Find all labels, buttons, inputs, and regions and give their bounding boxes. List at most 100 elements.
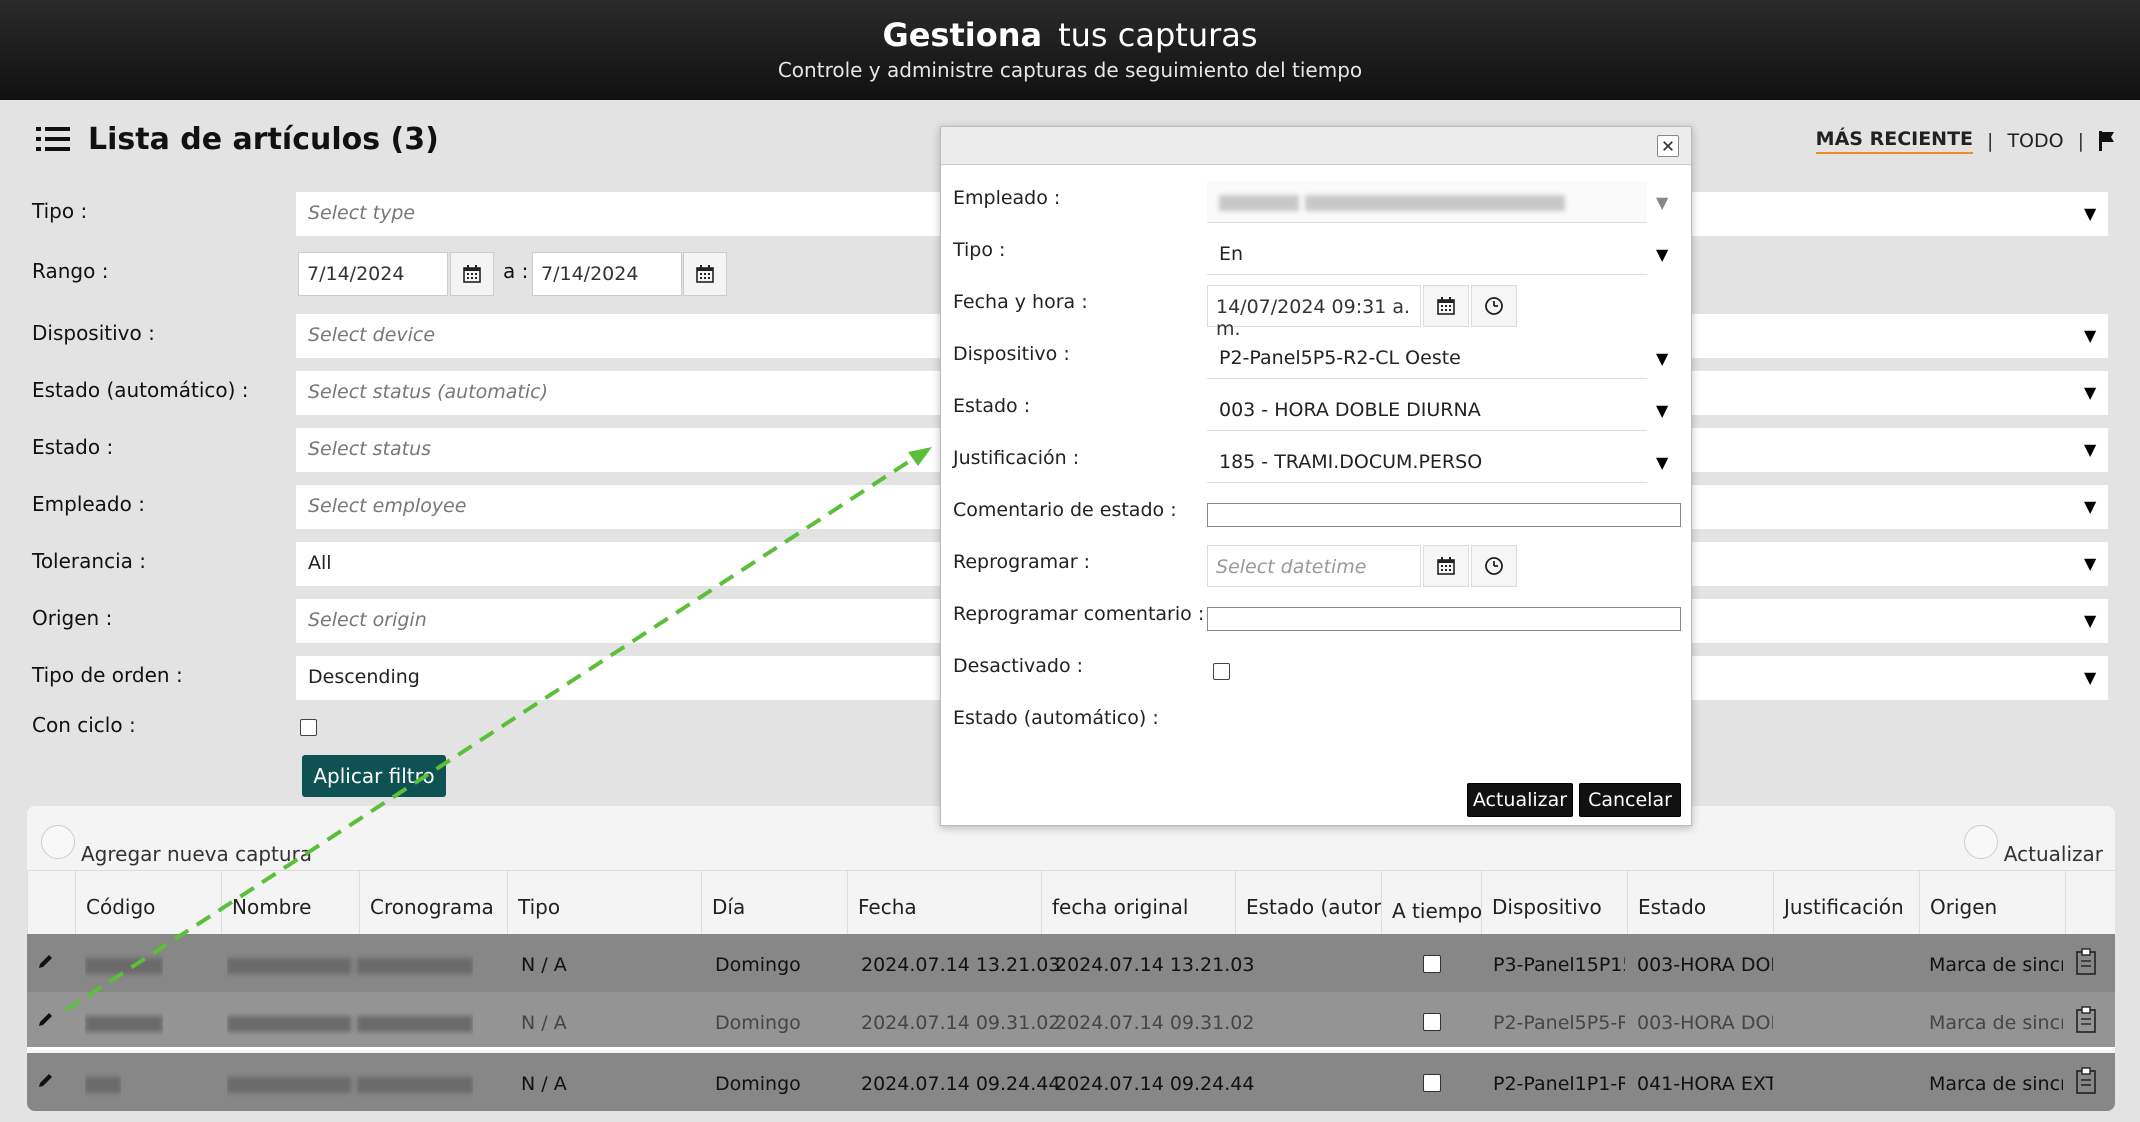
plus-circle-icon (41, 825, 75, 859)
range-to-input[interactable]: 7/14/2024 (532, 252, 682, 296)
update-button[interactable]: Actualizar (1467, 783, 1573, 817)
modal-estado-select[interactable]: 003 - HORA DOBLE DIURNA (1207, 389, 1647, 431)
a-tiempo-checkbox[interactable] (1423, 1013, 1441, 1031)
pencil-icon[interactable] (37, 1010, 55, 1028)
dropdown-arrow-icon[interactable]: ▼ (2084, 440, 2096, 459)
nombre-cell (227, 1053, 474, 1111)
list-icon (36, 127, 70, 151)
column-header[interactable]: Día (701, 871, 847, 935)
range-to-calendar-button[interactable] (683, 252, 727, 296)
column-header[interactable]: Justificación (1773, 871, 1919, 935)
modal-desactivado-checkbox[interactable] (1213, 663, 1230, 680)
dropdown-arrow-icon[interactable]: ▼ (2084, 326, 2096, 345)
estado-cell: 003-HORA DOB (1637, 1012, 1773, 1034)
dropdown-arrow-icon[interactable]: ▼ (1656, 453, 1668, 472)
filter-empleado-label: Empleado : (32, 492, 145, 516)
clipboard-icon[interactable] (2075, 1067, 2097, 1095)
modal-reprogramar-calendar-button[interactable] (1423, 545, 1469, 587)
column-header[interactable]: Origen (1919, 871, 2065, 935)
con-ciclo-checkbox[interactable] (300, 719, 317, 736)
dropdown-arrow-icon[interactable]: ▼ (2084, 204, 2096, 223)
modal-reprogramar-clock-button[interactable] (1471, 545, 1517, 587)
dropdown-arrow-icon[interactable]: ▼ (2084, 611, 2096, 630)
dia-cell: Domingo (715, 1012, 801, 1034)
table-row[interactable]: N / A Domingo 2024.07.14 09.24.44 2024.0… (27, 1053, 2115, 1111)
clipboard-icon[interactable] (2075, 948, 2097, 976)
range-from-input[interactable]: 7/14/2024 (298, 252, 448, 296)
filter-tolerancia-label: Tolerancia : (32, 549, 146, 573)
modal-reprogramar-label: Reprogramar : (953, 551, 1091, 573)
modal-comentario-input[interactable] (1207, 503, 1681, 527)
column-header[interactable]: Tipo (507, 871, 701, 935)
modal-fecha-input[interactable]: 14/07/2024 09:31 a. m. (1207, 285, 1421, 340)
a-tiempo-checkbox[interactable] (1423, 1074, 1441, 1092)
dropdown-arrow-icon[interactable]: ▼ (2084, 383, 2096, 402)
fecha-cell: 2024.07.14 13.21.03 (861, 954, 1061, 976)
column-header-tools (2065, 871, 2115, 935)
dropdown-arrow-icon[interactable]: ▼ (2084, 554, 2096, 573)
modal-reprogramar-comentario-input[interactable] (1207, 607, 1681, 631)
dropdown-arrow-icon[interactable]: ▼ (2084, 497, 2096, 516)
modal-desactivado-label: Desactivado : (953, 655, 1084, 677)
table-row[interactable]: N / A Domingo 2024.07.14 09.31.02 2024.0… (27, 992, 2115, 1050)
modal-fecha-calendar-button[interactable] (1423, 285, 1469, 327)
column-header[interactable]: Cronograma (359, 871, 507, 935)
apply-filter-button[interactable]: Aplicar filtro (302, 755, 446, 797)
dropdown-arrow-icon[interactable]: ▼ (1656, 349, 1668, 368)
pencil-icon[interactable] (37, 952, 55, 970)
nav-recent-link[interactable]: MÁS RECIENTE (1815, 128, 1974, 154)
column-header[interactable]: Estado (1627, 871, 1773, 935)
modal-tipo-select[interactable]: En (1207, 233, 1647, 275)
column-header[interactable]: Dispositivo (1481, 871, 1627, 935)
modal-fecha-clock-button[interactable] (1471, 285, 1517, 327)
dispositivo-cell: P2-Panel1P1-R2- (1493, 1073, 1625, 1095)
tipo-cell: N / A (521, 1073, 567, 1095)
refresh-button[interactable]: Actualizar (1963, 818, 2103, 866)
origen-cell: Marca de sincro (1929, 954, 2063, 976)
nav-separator: | (2077, 130, 2084, 152)
dropdown-arrow-icon[interactable]: ▼ (1656, 401, 1668, 420)
modal-reprogramar-input[interactable]: Select datetime (1207, 545, 1421, 587)
modal-comentario-label: Comentario de estado : (953, 499, 1177, 521)
edit-capture-dialog: Empleado : ▼ Tipo : En ▼ Fecha y hora : … (940, 126, 1692, 826)
table-row[interactable]: N / A Domingo 2024.07.14 13.21.03 2024.0… (27, 934, 2115, 992)
modal-empleado-label: Empleado : (953, 187, 1061, 209)
close-dialog-button[interactable] (1657, 135, 1679, 157)
column-header[interactable]: Fecha (847, 871, 1041, 935)
codigo-cell (85, 934, 163, 992)
refresh-icon (1963, 825, 1998, 859)
dispositivo-cell: P3-Panel15P15-R (1493, 954, 1625, 976)
a-tiempo-checkbox[interactable] (1423, 955, 1441, 973)
flag-icon[interactable] (2098, 130, 2116, 152)
modal-dispositivo-select[interactable]: P2-Panel5P5-R2-CL Oeste (1207, 337, 1647, 379)
dropdown-arrow-icon[interactable]: ▼ (2084, 668, 2096, 687)
add-capture-button[interactable]: Agregar nueva captura (41, 818, 312, 866)
dropdown-arrow-icon[interactable]: ▼ (1656, 245, 1668, 264)
clipboard-icon[interactable] (2075, 1006, 2097, 1034)
codigo-cell (85, 992, 163, 1050)
fecha-cell: 2024.07.14 09.31.02 (861, 1012, 1061, 1034)
modal-empleado-select[interactable] (1207, 181, 1647, 223)
nav-separator: | (1987, 130, 1994, 152)
column-header[interactable]: A tiempo (1381, 871, 1481, 935)
page-title: Lista de artículos (3) (88, 122, 439, 157)
modal-justificacion-select[interactable]: 185 - TRAMI.DOCUM.PERSO (1207, 441, 1647, 483)
cancel-button[interactable]: Cancelar (1579, 783, 1681, 817)
clock-icon (1485, 557, 1503, 575)
nav-all-link[interactable]: TODO (2007, 130, 2063, 152)
column-header[interactable]: Nombre (221, 871, 359, 935)
modal-estado-auto-label: Estado (automático) : (953, 707, 1159, 729)
dropdown-arrow-icon[interactable]: ▼ (1656, 193, 1668, 212)
column-header[interactable]: fecha original (1041, 871, 1235, 935)
column-header[interactable]: Código (75, 871, 221, 935)
calendar-icon (696, 265, 714, 283)
range-from-calendar-button[interactable] (450, 252, 494, 296)
column-header[interactable]: Estado (automá (1235, 871, 1381, 935)
dispositivo-cell: P2-Panel5P5-R2 (1493, 1012, 1625, 1034)
column-header-actions (27, 871, 75, 935)
filter-con-ciclo-label: Con ciclo : (32, 713, 136, 737)
modal-reprogramar-comentario-label: Reprogramar comentario : (953, 603, 1205, 625)
filter-tipo-label: Tipo : (32, 199, 88, 223)
nombre-cell (227, 934, 474, 992)
pencil-icon[interactable] (37, 1071, 55, 1089)
